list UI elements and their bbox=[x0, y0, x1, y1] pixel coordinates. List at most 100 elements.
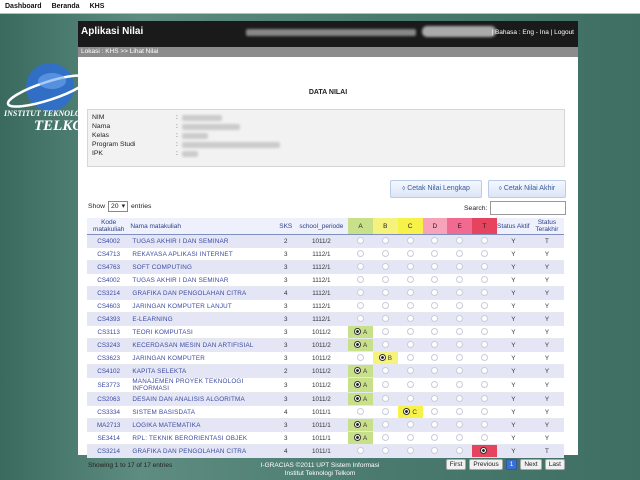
cell-kode[interactable]: SE3414 bbox=[87, 431, 131, 445]
grade-radio-e[interactable] bbox=[456, 434, 464, 442]
grade-radio-b[interactable] bbox=[381, 276, 389, 284]
print-final-grades-button[interactable]: ⬨ Cetak Nilai Akhir bbox=[488, 180, 566, 198]
cell-kode[interactable]: CS4763 bbox=[87, 260, 131, 274]
grade-radio-c[interactable] bbox=[406, 315, 414, 323]
grade-radio-e[interactable] bbox=[456, 302, 464, 310]
print-full-grades-button[interactable]: ⬨ Cetak Nilai Lengkap bbox=[390, 180, 482, 198]
grade-radio-t[interactable] bbox=[480, 302, 488, 310]
grade-radio-c[interactable] bbox=[406, 447, 414, 455]
grade-radio-a[interactable] bbox=[357, 302, 365, 310]
cell-kode[interactable]: CS4713 bbox=[87, 247, 131, 261]
col-grade-e[interactable]: E bbox=[447, 218, 473, 235]
cell-kode[interactable]: CS3214 bbox=[87, 286, 131, 300]
grade-radio-b[interactable] bbox=[381, 250, 389, 258]
col-grade-c[interactable]: C bbox=[397, 218, 423, 235]
col-status-aktif[interactable]: Status Aktif bbox=[496, 218, 530, 235]
grade-radio-d[interactable] bbox=[431, 408, 439, 416]
grade-radio-t[interactable] bbox=[480, 381, 488, 389]
col-sks[interactable]: SKS bbox=[276, 218, 295, 235]
grade-radio-d[interactable] bbox=[431, 302, 439, 310]
cell-kode[interactable]: SE3773 bbox=[87, 377, 131, 393]
grade-radio-d[interactable] bbox=[431, 263, 439, 271]
grade-radio-b[interactable] bbox=[381, 447, 389, 455]
nav-khs[interactable]: KHS bbox=[85, 3, 110, 10]
grade-radio-a[interactable] bbox=[353, 395, 361, 403]
grade-radio-c[interactable] bbox=[406, 354, 414, 362]
col-grade-a[interactable]: A bbox=[348, 218, 373, 235]
col-grade-t[interactable]: T bbox=[472, 218, 497, 235]
cell-kode[interactable]: CS3243 bbox=[87, 338, 131, 352]
grade-radio-c[interactable] bbox=[406, 328, 414, 336]
grade-radio-b[interactable] bbox=[381, 289, 389, 297]
cell-kode[interactable]: CS4603 bbox=[87, 299, 131, 313]
grade-radio-t[interactable] bbox=[480, 341, 488, 349]
grade-radio-t[interactable] bbox=[480, 408, 488, 416]
col-kode[interactable]: Kode matakuliah bbox=[87, 218, 131, 235]
col-grade-d[interactable]: D bbox=[422, 218, 448, 235]
grade-radio-c[interactable] bbox=[406, 302, 414, 310]
grade-radio-c[interactable] bbox=[406, 237, 414, 245]
grade-radio-d[interactable] bbox=[431, 421, 439, 429]
grade-radio-b[interactable] bbox=[381, 395, 389, 403]
grade-radio-t[interactable] bbox=[480, 395, 488, 403]
grade-radio-b[interactable] bbox=[381, 315, 389, 323]
grade-radio-c[interactable] bbox=[406, 381, 414, 389]
grade-radio-t[interactable] bbox=[480, 289, 488, 297]
cell-kode[interactable]: CS4102 bbox=[87, 364, 131, 378]
grade-radio-c[interactable] bbox=[406, 341, 414, 349]
grade-radio-a[interactable] bbox=[357, 250, 365, 258]
grade-radio-d[interactable] bbox=[431, 328, 439, 336]
grade-radio-c[interactable] bbox=[406, 434, 414, 442]
grade-radio-c[interactable] bbox=[406, 367, 414, 375]
grade-radio-d[interactable] bbox=[431, 289, 439, 297]
grade-radio-a[interactable] bbox=[353, 341, 361, 349]
grade-radio-b[interactable] bbox=[381, 328, 389, 336]
nav-beranda[interactable]: Beranda bbox=[47, 3, 85, 10]
grade-radio-b[interactable] bbox=[381, 263, 389, 271]
grade-radio-a[interactable] bbox=[357, 447, 365, 455]
grade-radio-t[interactable] bbox=[480, 434, 488, 442]
grade-radio-t[interactable] bbox=[480, 315, 488, 323]
grade-radio-e[interactable] bbox=[456, 408, 464, 416]
grade-radio-e[interactable] bbox=[456, 315, 464, 323]
grade-radio-e[interactable] bbox=[456, 289, 464, 297]
nav-dashboard[interactable]: Dashboard bbox=[0, 3, 47, 10]
search-input[interactable] bbox=[490, 201, 567, 215]
grade-radio-d[interactable] bbox=[431, 250, 439, 258]
grade-radio-d[interactable] bbox=[431, 447, 439, 455]
page-length-select[interactable]: 20 ▾ bbox=[108, 201, 128, 212]
cell-kode[interactable]: CS4002 bbox=[87, 234, 131, 248]
grade-radio-c[interactable] bbox=[403, 408, 411, 416]
grade-radio-c[interactable] bbox=[406, 395, 414, 403]
cell-kode[interactable]: CS3113 bbox=[87, 325, 131, 339]
grade-radio-c[interactable] bbox=[406, 276, 414, 284]
col-nama[interactable]: Nama matakuliah bbox=[130, 218, 277, 235]
grade-radio-e[interactable] bbox=[456, 447, 464, 455]
col-periode[interactable]: school_periode bbox=[294, 218, 349, 235]
grade-radio-a[interactable] bbox=[353, 381, 361, 389]
grade-radio-a[interactable] bbox=[357, 408, 365, 416]
grade-radio-c[interactable] bbox=[406, 421, 414, 429]
cell-kode[interactable]: CS3214 bbox=[87, 444, 131, 458]
grade-radio-b[interactable] bbox=[381, 381, 389, 389]
grade-radio-t[interactable] bbox=[480, 263, 488, 271]
grade-radio-d[interactable] bbox=[431, 367, 439, 375]
grade-radio-e[interactable] bbox=[456, 381, 464, 389]
grade-radio-a[interactable] bbox=[353, 367, 361, 375]
grade-radio-e[interactable] bbox=[456, 354, 464, 362]
grade-radio-e[interactable] bbox=[456, 237, 464, 245]
grade-radio-t[interactable] bbox=[479, 447, 487, 455]
grade-radio-a[interactable] bbox=[357, 263, 365, 271]
grade-radio-d[interactable] bbox=[431, 434, 439, 442]
grade-radio-c[interactable] bbox=[406, 289, 414, 297]
grade-radio-t[interactable] bbox=[480, 276, 488, 284]
grade-radio-a[interactable] bbox=[357, 289, 365, 297]
cell-kode[interactable]: CS4002 bbox=[87, 273, 131, 287]
grade-radio-d[interactable] bbox=[431, 341, 439, 349]
grade-radio-b[interactable] bbox=[381, 434, 389, 442]
grade-radio-e[interactable] bbox=[456, 367, 464, 375]
col-status-terakhir[interactable]: Status Terakhir bbox=[529, 218, 564, 235]
grade-radio-a[interactable] bbox=[357, 354, 365, 362]
grade-radio-d[interactable] bbox=[431, 395, 439, 403]
cell-kode[interactable]: MA2713 bbox=[87, 418, 131, 432]
